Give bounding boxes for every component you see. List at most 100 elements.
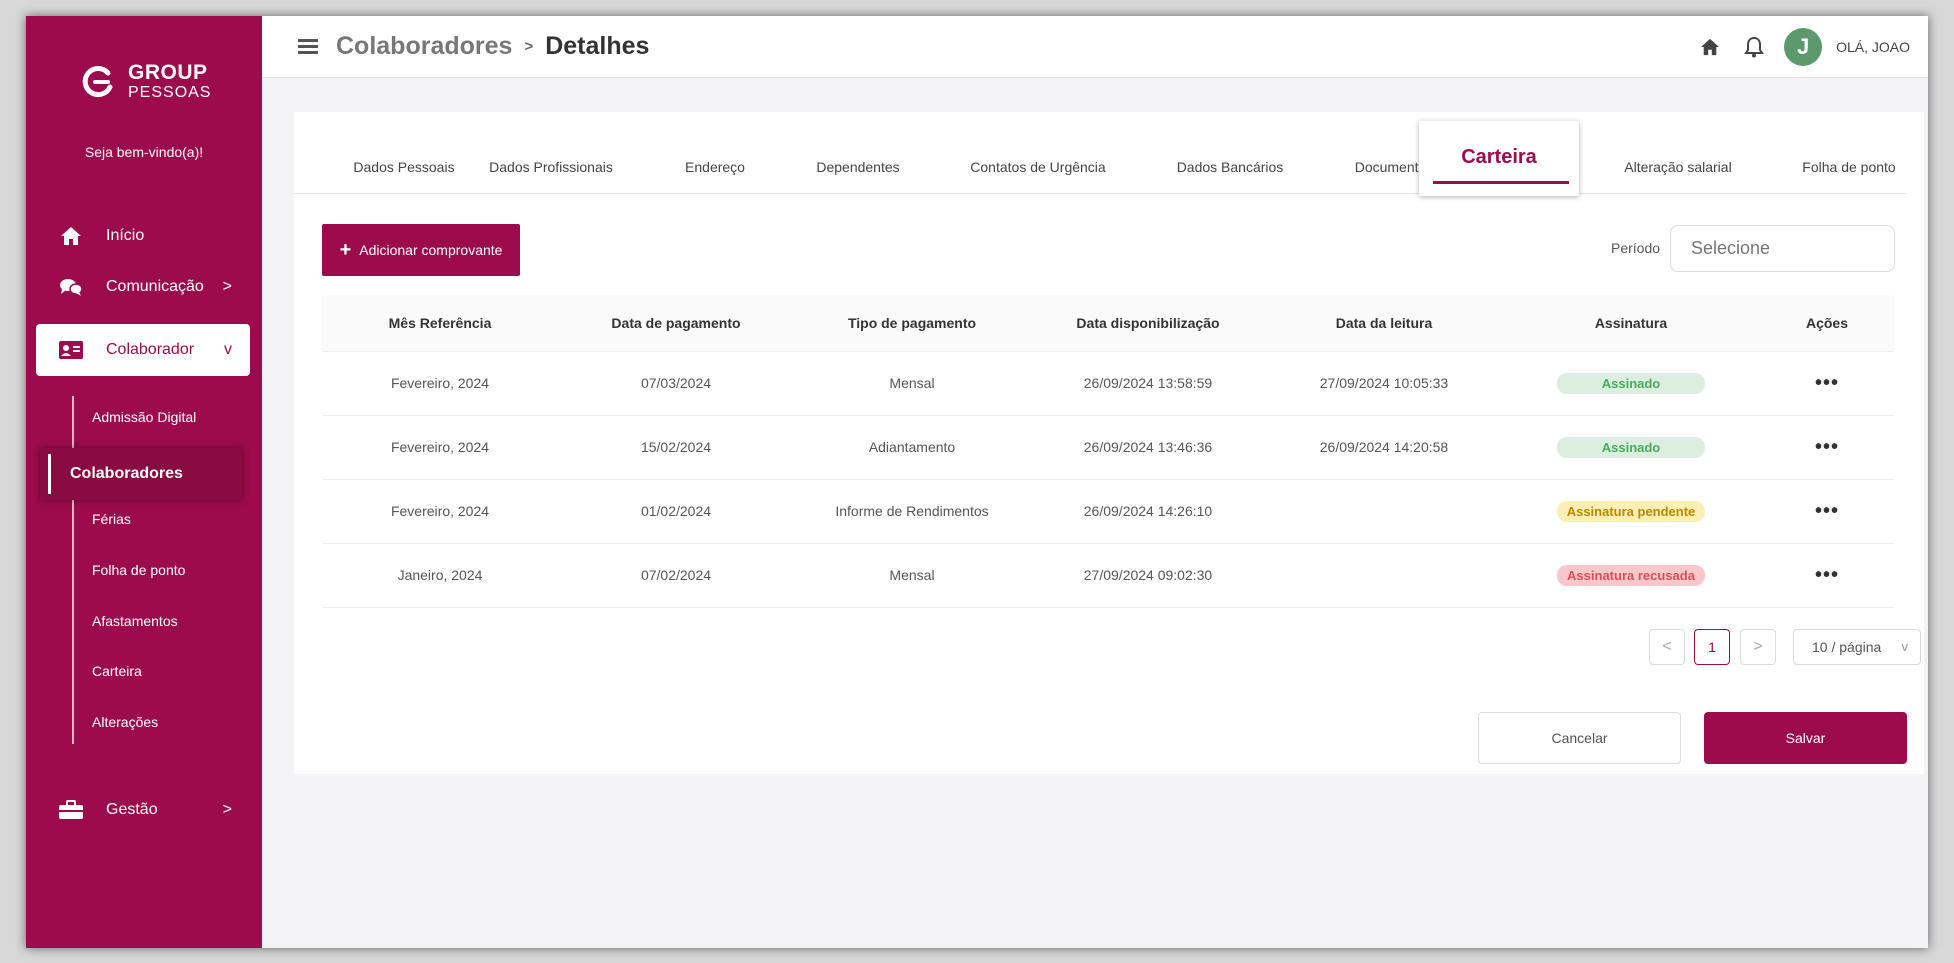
cell-data-pagamento: 07/03/2024 — [558, 351, 794, 416]
page-1-button[interactable]: 1 — [1694, 629, 1730, 665]
add-receipt-label: Adicionar comprovante — [359, 242, 503, 258]
tab-dados-pessoais[interactable]: Dados Pessoais — [353, 159, 454, 175]
more-actions-icon[interactable]: ••• — [1815, 564, 1839, 586]
status-badge: Assinado — [1557, 436, 1705, 458]
table-row: Fevereiro, 2024 15/02/2024 Adiantamento … — [322, 415, 1894, 480]
submenu-item-admissao-digital[interactable]: Admissão Digital — [92, 409, 196, 425]
cell-mes-referencia: Fevereiro, 2024 — [322, 351, 558, 416]
plus-icon: + — [339, 238, 352, 261]
cell-data-disponibilizacao: 26/09/2024 13:46:36 — [1030, 415, 1266, 480]
sidebar-item-label: Início — [106, 227, 145, 244]
tab-folha-de-ponto[interactable]: Folha de ponto — [1802, 159, 1895, 175]
avatar[interactable]: J — [1784, 28, 1823, 66]
period-select[interactable] — [1670, 225, 1895, 272]
status-badge: Assinatura pendente — [1557, 500, 1705, 522]
submenu-item-folha-de-ponto[interactable]: Folha de ponto — [92, 562, 185, 578]
tab-label: Carteira — [1461, 146, 1537, 168]
menu-icon[interactable] — [298, 38, 318, 55]
cell-data-pagamento: 07/02/2024 — [558, 543, 794, 608]
chat-icon — [58, 276, 84, 298]
column-header[interactable]: Mês Referência — [322, 295, 558, 352]
tab-dados-bancarios[interactable]: Dados Bancários — [1177, 159, 1284, 175]
id-card-icon — [58, 339, 84, 361]
details-card: Dados Pessoais Dados Profissionais Ender… — [294, 112, 1924, 774]
active-tab-indicator — [1433, 181, 1569, 184]
briefcase-icon — [58, 799, 84, 821]
brand-logo[interactable]: GROUP PESSOAS — [80, 62, 211, 101]
submenu-item-colaboradores[interactable]: Colaboradores — [40, 448, 242, 500]
breadcrumb: Colaboradores > Detalhes — [336, 32, 649, 61]
cell-tipo-pagamento: Adiantamento — [794, 415, 1030, 480]
user-greeting[interactable]: OLÁ, JOAO — [1836, 39, 1910, 55]
tab-contatos-de-urgencia[interactable]: Contatos de Urgência — [970, 159, 1105, 175]
more-actions-icon[interactable]: ••• — [1815, 436, 1839, 458]
brand-subname: PESSOAS — [128, 84, 212, 101]
receipts-table: Mês Referência Data de pagamento Tipo de… — [322, 295, 1894, 608]
submenu-item-carteira[interactable]: Carteira — [92, 663, 142, 679]
sidebar-item-label: Colaborador — [106, 341, 195, 358]
column-header: Ações — [1760, 295, 1894, 352]
next-page-button[interactable]: > — [1740, 629, 1776, 665]
brand-name: GROUP — [128, 61, 208, 84]
submenu-item-ferias[interactable]: Férias — [92, 511, 131, 527]
column-header[interactable]: Tipo de pagamento — [794, 295, 1030, 352]
submenu-item-afastamentos[interactable]: Afastamentos — [92, 613, 178, 629]
cell-data-disponibilizacao: 27/09/2024 09:02:30 — [1030, 543, 1266, 608]
cell-data-pagamento: 01/02/2024 — [558, 479, 794, 544]
cancel-button[interactable]: Cancelar — [1478, 712, 1681, 764]
cell-mes-referencia: Janeiro, 2024 — [322, 543, 558, 608]
chevron-right-icon: > — [222, 278, 232, 295]
home-icon — [58, 225, 84, 247]
chevron-down-icon: v — [224, 341, 232, 358]
tab-endereco[interactable]: Endereço — [685, 159, 745, 175]
column-header[interactable]: Data de pagamento — [558, 295, 794, 352]
save-button[interactable]: Salvar — [1704, 712, 1907, 764]
page-size-value: 10 / página — [1812, 639, 1882, 655]
add-receipt-button[interactable]: + Adicionar comprovante — [322, 224, 520, 276]
cell-mes-referencia: Fevereiro, 2024 — [322, 479, 558, 544]
more-actions-icon[interactable]: ••• — [1815, 500, 1839, 522]
cell-data-pagamento: 15/02/2024 — [558, 415, 794, 480]
prev-page-button[interactable]: < — [1649, 629, 1685, 665]
sidebar-item-gestao[interactable]: Gestão > — [36, 784, 250, 836]
sidebar-item-inicio[interactable]: Início — [36, 210, 250, 262]
sidebar-item-label: Gestão — [106, 801, 158, 818]
table-row: Fevereiro, 2024 01/02/2024 Informe de Re… — [322, 479, 1894, 544]
breadcrumb-separator: > — [524, 38, 534, 55]
sidebar-item-comunicacao[interactable]: Comunicação > — [36, 261, 250, 313]
chevron-right-icon: > — [222, 801, 232, 818]
column-header[interactable]: Data disponibilização — [1030, 295, 1266, 352]
table-header-row: Mês Referência Data de pagamento Tipo de… — [322, 295, 1894, 352]
home-icon[interactable] — [1700, 38, 1720, 56]
logo-icon — [80, 63, 118, 101]
column-header[interactable]: Assinatura — [1502, 295, 1760, 352]
column-header[interactable]: Data da leitura — [1266, 295, 1502, 352]
cell-tipo-pagamento: Informe de Rendimentos — [794, 479, 1030, 544]
cell-mes-referencia: Fevereiro, 2024 — [322, 415, 558, 480]
cell-tipo-pagamento: Mensal — [794, 543, 1030, 608]
cell-tipo-pagamento: Mensal — [794, 351, 1030, 416]
more-actions-icon[interactable]: ••• — [1815, 372, 1839, 394]
chevron-down-icon: v — [1901, 639, 1909, 654]
breadcrumb-parent[interactable]: Colaboradores — [336, 32, 512, 61]
bell-icon[interactable] — [1744, 36, 1764, 58]
status-badge: Assinado — [1557, 372, 1705, 394]
status-badge: Assinatura recusada — [1557, 564, 1705, 586]
cell-data-leitura — [1266, 479, 1502, 544]
cell-data-disponibilizacao: 26/09/2024 14:26:10 — [1030, 479, 1266, 544]
welcome-text: Seja bem-vindo(a)! — [84, 144, 204, 160]
cell-data-leitura: 26/09/2024 14:20:58 — [1266, 415, 1502, 480]
top-header: Colaboradores > Detalhes J OLÁ, JOAO — [262, 16, 1928, 78]
tab-dependentes[interactable]: Dependentes — [816, 159, 899, 175]
tab-bar: Dados Pessoais Dados Profissionais Ender… — [294, 112, 1906, 196]
tab-carteira[interactable]: Carteira — [1419, 121, 1579, 196]
submenu-item-alteracoes[interactable]: Alterações — [92, 714, 158, 730]
page-size-select[interactable]: 10 / página v — [1793, 629, 1921, 665]
period-label: Período — [1611, 240, 1661, 256]
page-title: Detalhes — [545, 32, 650, 60]
tab-alteracao-salarial[interactable]: Alteração salarial — [1624, 159, 1731, 175]
sidebar-item-colaborador[interactable]: Colaborador v — [36, 324, 250, 376]
cell-data-leitura: 27/09/2024 10:05:33 — [1266, 351, 1502, 416]
tab-dados-profissionais[interactable]: Dados Profissionais — [489, 159, 613, 175]
table-row: Fevereiro, 2024 07/03/2024 Mensal 26/09/… — [322, 351, 1894, 416]
